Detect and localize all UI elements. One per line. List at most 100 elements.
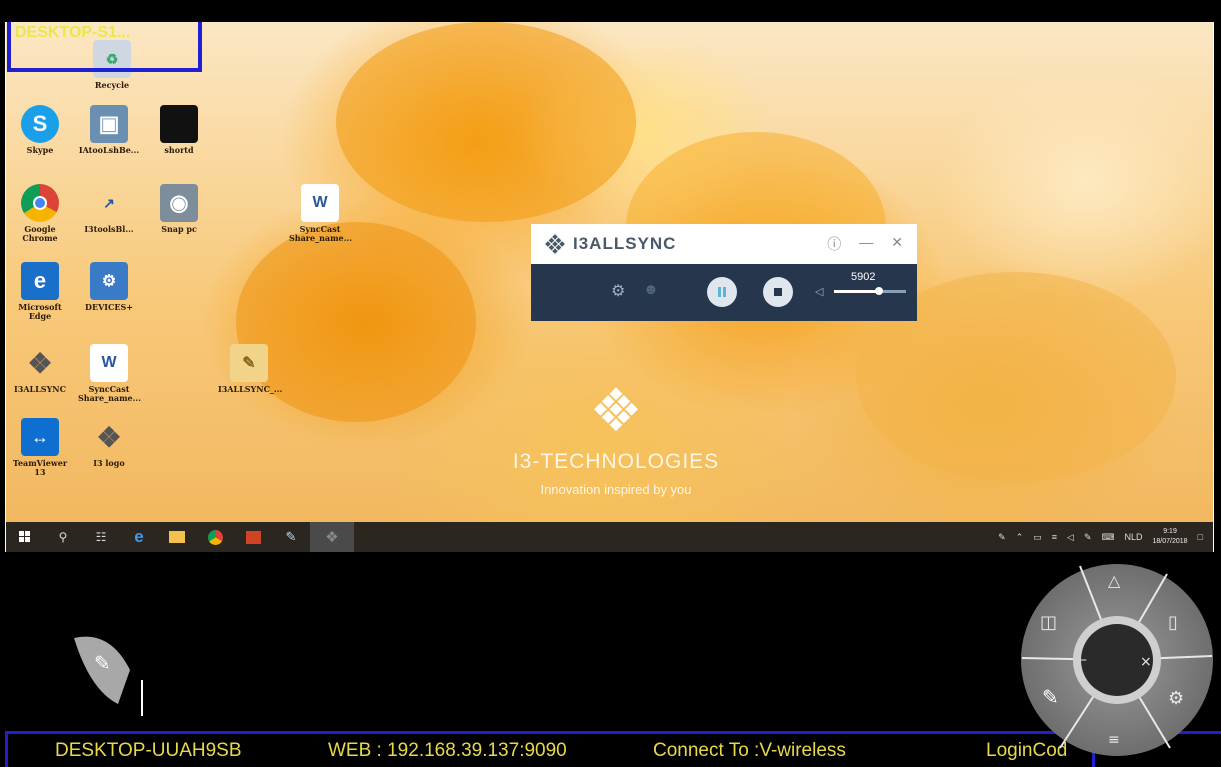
settings-gear-icon[interactable]: ⚙ bbox=[1168, 688, 1184, 709]
close-icon[interactable]: × bbox=[1140, 654, 1152, 670]
i3-diamond-icon: ❖ bbox=[27, 347, 53, 379]
paint-icon: ✎ bbox=[285, 529, 297, 544]
stop-icon bbox=[774, 288, 782, 296]
powerpoint-icon bbox=[245, 530, 261, 544]
folder-icon bbox=[169, 531, 185, 543]
stop-button[interactable] bbox=[763, 277, 793, 307]
pause-button[interactable] bbox=[707, 277, 737, 307]
widget-header: I3ALLSYNC ⓘ — ✕ bbox=[531, 224, 917, 264]
desktop-icon-teamviewer[interactable]: ↔ TeamViewer 13 bbox=[9, 418, 71, 477]
search-button[interactable]: ⚲ bbox=[44, 522, 82, 552]
network-icon[interactable]: ≡ bbox=[1052, 532, 1057, 542]
desktop-icon-edge[interactable]: e Microsoft Edge bbox=[9, 262, 71, 321]
user-icon[interactable]: ☻ bbox=[643, 281, 659, 298]
desktop-icon-skype[interactable]: S Skype bbox=[9, 105, 71, 155]
web-address: WEB : 192.168.39.137:9090 bbox=[328, 739, 567, 761]
menu-icon[interactable]: ≡ bbox=[1108, 732, 1120, 748]
taskbar-explorer[interactable] bbox=[158, 522, 196, 552]
pause-icon bbox=[718, 287, 726, 297]
chrome-icon bbox=[21, 184, 59, 222]
taskbar-clock[interactable]: 9:19 18/07/2018 bbox=[1153, 527, 1188, 547]
close-icon[interactable]: ✕ bbox=[891, 234, 903, 254]
desktop-icon-doc1[interactable]: W SyncCast Share_name... bbox=[289, 184, 352, 243]
desktop-icon-chrome[interactable]: Google Chrome bbox=[9, 184, 71, 243]
start-button[interactable] bbox=[6, 522, 44, 552]
teamviewer-icon: ↔ bbox=[21, 418, 59, 456]
minus-icon[interactable]: – bbox=[1080, 652, 1087, 668]
desktop-icon-shortcut2[interactable]: shortd bbox=[148, 105, 210, 155]
volume-slider-fill bbox=[834, 290, 879, 293]
desktop-icon-i3allsync[interactable]: ❖ I3ALLSYNC bbox=[9, 344, 71, 394]
taskbar-i3allsync[interactable]: ❖ bbox=[310, 522, 354, 552]
radial-tool-menu[interactable]: – × △ ▯ ⚙ ✎ ◫ ≡ bbox=[1020, 558, 1215, 763]
black-app-icon bbox=[160, 105, 198, 143]
volume-value: 5902 bbox=[851, 271, 876, 283]
archive-file-icon: ✎ bbox=[230, 344, 268, 382]
brand-tagline: Innovation inspired by you bbox=[540, 482, 692, 497]
brand-watermark: I3-TECHNOLOGIES Innovation inspired by y… bbox=[486, 387, 746, 497]
clock-time: 9:19 bbox=[1163, 528, 1177, 535]
windows-taskbar: ⚲ ☷ e ✎ ❖ ✎ ⌃ ▭ ≡ ◁ ✎ ⌨ NLD 9:19 18/07/2… bbox=[6, 522, 1213, 552]
desktop-icon-devices[interactable]: ⚙ DEVICES+ bbox=[78, 262, 140, 312]
widget-controls: ⚙ ☻ ◁ 5902 bbox=[531, 264, 917, 321]
connection-info-bar: DESKTOP-UUAH9SB WEB : 192.168.39.137:909… bbox=[5, 731, 1095, 767]
skype-icon: S bbox=[21, 105, 59, 143]
i3allsync-widget[interactable]: I3ALLSYNC ⓘ — ✕ ⚙ ☻ ◁ 5902 bbox=[531, 224, 917, 321]
i3allsync-logo-icon bbox=[545, 234, 565, 254]
word-document-icon: W bbox=[90, 344, 128, 382]
minimize-icon[interactable]: — bbox=[859, 234, 873, 254]
taskbar-edge[interactable]: e bbox=[120, 522, 158, 552]
chevron-up-icon[interactable]: ⌃ bbox=[1016, 532, 1024, 543]
brand-name: I3-TECHNOLOGIES bbox=[512, 450, 720, 473]
speaker-icon: ◁ bbox=[815, 286, 824, 298]
desktop-icon-folder[interactable]: ✎ I3ALLSYNC_... bbox=[218, 344, 282, 394]
windows-logo-icon bbox=[19, 531, 30, 542]
taskbar-paint[interactable]: ✎ bbox=[272, 522, 310, 552]
screens-icon[interactable]: ◫ bbox=[1040, 612, 1057, 633]
wallpaper-ink-blob bbox=[336, 22, 636, 222]
language-indicator[interactable]: NLD bbox=[1125, 532, 1143, 542]
shortcut-arrow-icon: ↗ bbox=[103, 194, 115, 211]
desktop-icon-shortcut1[interactable]: ▣ IAtooLshBe... bbox=[78, 105, 140, 155]
keyboard-icon[interactable]: ⌨ bbox=[1102, 532, 1115, 543]
task-view-icon: ☷ bbox=[95, 530, 107, 544]
i3-diamond-icon: ❖ bbox=[96, 421, 122, 453]
remote-device-name: DESKTOP-S1... bbox=[15, 24, 131, 41]
volume-slider[interactable] bbox=[834, 287, 906, 295]
volume-slider-handle[interactable] bbox=[874, 287, 883, 295]
notification-icon[interactable]: □ bbox=[1198, 532, 1203, 542]
volume-icon[interactable]: ◁ bbox=[1067, 532, 1074, 543]
connect-to: Connect To :V-wireless bbox=[653, 739, 846, 761]
desktop-icon-doc2[interactable]: W SyncCast Share_name... bbox=[78, 344, 141, 403]
task-view-button[interactable]: ☷ bbox=[82, 522, 120, 552]
shapes-icon[interactable]: △ bbox=[1108, 571, 1121, 590]
remote-device-label: DESKTOP-S1... bbox=[7, 22, 202, 72]
widget-title: I3ALLSYNC bbox=[573, 234, 677, 253]
battery-icon[interactable]: ▭ bbox=[1033, 532, 1042, 543]
i3-grid-logo-icon bbox=[594, 387, 638, 432]
text-cursor bbox=[141, 680, 143, 716]
pen-tray-icon[interactable]: ✎ bbox=[998, 532, 1006, 543]
taskbar-powerpoint[interactable] bbox=[234, 522, 272, 552]
search-icon: ⚲ bbox=[58, 530, 68, 544]
word-document-icon: W bbox=[301, 184, 339, 222]
pen-icon: ✎ bbox=[94, 651, 111, 675]
device-name: DESKTOP-UUAH9SB bbox=[55, 739, 242, 761]
pen-workspace-icon[interactable]: ✎ bbox=[1084, 532, 1092, 543]
desktop-icon-shortcut3[interactable]: ↗ I3toolsBl... bbox=[78, 184, 140, 234]
annotation-pen-tab[interactable]: ✎ bbox=[70, 630, 132, 705]
settings-gear-icon[interactable]: ⚙ bbox=[611, 281, 625, 301]
desktop-icon-i3logo[interactable]: ❖ I3 logo bbox=[78, 418, 140, 468]
pen-icon[interactable]: ✎ bbox=[1042, 685, 1059, 709]
mouse-icon[interactable]: ▯ bbox=[1168, 612, 1178, 633]
i3-diamond-icon: ❖ bbox=[325, 529, 339, 546]
info-icon[interactable]: ⓘ bbox=[827, 234, 841, 254]
chrome-icon bbox=[207, 529, 223, 545]
clock-date: 18/07/2018 bbox=[1152, 538, 1188, 545]
snap-icon: ◉ bbox=[160, 184, 198, 222]
edge-icon: e bbox=[134, 527, 144, 546]
computer-icon: ▣ bbox=[90, 105, 128, 143]
taskbar-chrome[interactable] bbox=[196, 522, 234, 552]
desktop-icon-snap[interactable]: ◉ Snap pc bbox=[148, 184, 210, 234]
system-tray: ✎ ⌃ ▭ ≡ ◁ ✎ ⌨ NLD 9:19 18/07/2018 □ bbox=[998, 527, 1213, 547]
